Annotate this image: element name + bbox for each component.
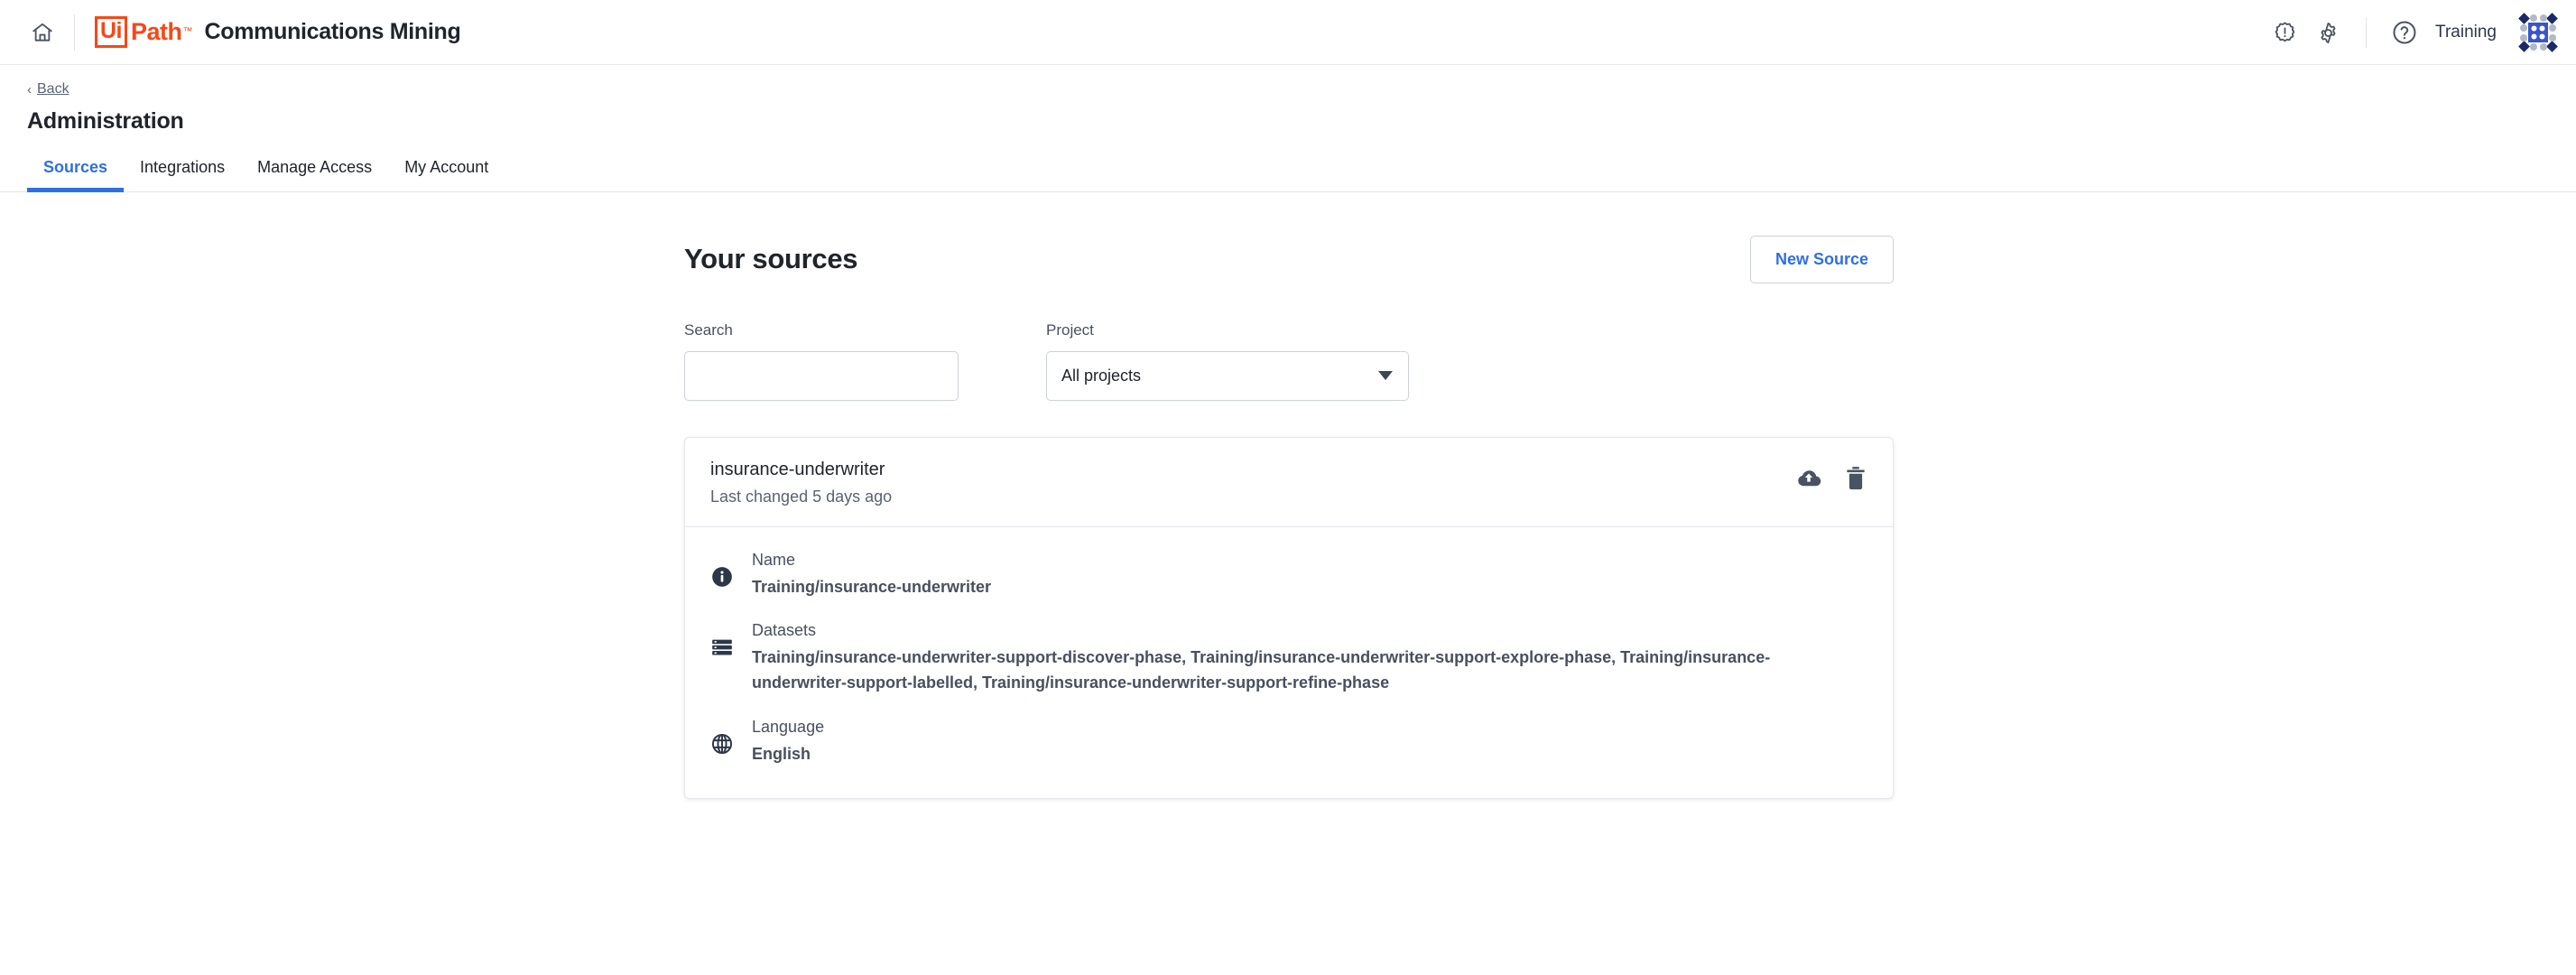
home-icon[interactable]: [22, 12, 63, 53]
header-right-group: Training: [2263, 0, 2558, 65]
tab-my-account[interactable]: My Account: [388, 154, 505, 191]
back-chevron-icon: ‹: [27, 81, 32, 98]
page-title: Administration: [27, 107, 184, 134]
project-select-value: All projects: [1061, 366, 1142, 385]
database-icon: [710, 621, 752, 659]
search-input[interactable]: [684, 350, 959, 401]
detail-row-name: Name Training/insurance-underwriter: [710, 551, 1867, 600]
tab-sources-label: Sources: [43, 157, 108, 176]
new-source-button[interactable]: New Source: [1749, 235, 1894, 283]
header-divider: [74, 14, 75, 51]
uipath-logo-icon: Ui Path ™: [95, 16, 193, 48]
source-card-titles: insurance-underwriter Last changed 5 day…: [710, 460, 892, 506]
detail-label-datasets: Datasets: [752, 621, 817, 640]
detail-value-name: Training/insurance-underwriter: [752, 577, 992, 596]
source-card-header: insurance-underwriter Last changed 5 day…: [685, 438, 1893, 527]
tab-my-account-label: My Account: [404, 157, 489, 176]
detail-text-datasets: Datasets Training/insurance-underwriter-…: [752, 621, 1867, 696]
tab-integrations[interactable]: Integrations: [124, 154, 241, 191]
header-left-group: Ui Path ™ Communications Mining: [0, 0, 461, 64]
app-switcher-icon[interactable]: [2518, 13, 2558, 52]
training-workspace-label[interactable]: Training: [2435, 23, 2497, 42]
trash-icon[interactable]: [1844, 466, 1867, 491]
brand-group: Ui Path ™ Communications Mining: [95, 16, 461, 48]
detail-text-name: Name Training/insurance-underwriter: [752, 551, 1867, 600]
detail-text-language: Language English: [752, 718, 1867, 767]
project-select-wrap: All projects: [1046, 350, 1409, 401]
tab-integrations-label: Integrations: [140, 157, 226, 176]
search-label: Search: [684, 320, 733, 339]
sources-panel: Your sources New Source Search Project A…: [684, 235, 1894, 800]
project-label: Project: [1046, 320, 1094, 339]
back-link-label: Back: [37, 81, 69, 97]
alert-badge-icon[interactable]: [2263, 11, 2306, 54]
uipath-logo-box-text: Ui: [95, 16, 127, 48]
project-select[interactable]: All projects: [1046, 350, 1409, 401]
source-name: insurance-underwriter: [710, 459, 885, 479]
sources-header: Your sources New Source: [684, 235, 1894, 283]
detail-row-datasets: Datasets Training/insurance-underwriter-…: [710, 621, 1867, 696]
detail-value-datasets: Training/insurance-underwriter-support-d…: [752, 648, 1771, 692]
filters-row: Search Project All projects: [684, 321, 1894, 401]
tab-sources[interactable]: Sources: [27, 154, 125, 192]
tab-manage-access-label: Manage Access: [257, 157, 373, 176]
back-link[interactable]: ‹ Back: [27, 81, 69, 98]
app-title: Communications Mining: [204, 19, 461, 44]
search-field-group: Search: [684, 321, 959, 401]
tab-bar: Sources Integrations Manage Access My Ac…: [0, 154, 2576, 192]
project-field-group: Project All projects: [1046, 321, 1409, 401]
detail-value-language: English: [752, 745, 811, 764]
source-card-actions: [1795, 460, 1867, 492]
main-content: Your sources New Source Search Project A…: [0, 235, 2576, 800]
detail-row-language: Language English: [710, 718, 1867, 767]
source-card[interactable]: insurance-underwriter Last changed 5 day…: [684, 436, 1894, 800]
info-circle-icon: [710, 551, 752, 589]
detail-label-name: Name: [752, 550, 796, 569]
app-header: Ui Path ™ Communications Mining Training: [0, 0, 2576, 65]
gear-icon[interactable]: [2306, 11, 2349, 54]
help-circle-icon[interactable]: [2383, 11, 2426, 54]
header-right-divider: [2366, 17, 2368, 48]
page-head: ‹ Back Administration: [0, 65, 2576, 135]
source-card-body: Name Training/insurance-underwriter Data…: [685, 527, 1893, 799]
sources-heading: Your sources: [684, 243, 858, 274]
tab-manage-access[interactable]: Manage Access: [241, 154, 388, 191]
uipath-logo-tm: ™: [182, 26, 193, 37]
cloud-upload-icon[interactable]: [1795, 465, 1822, 492]
globe-icon: [710, 718, 752, 756]
uipath-logo-word: Path: [131, 18, 182, 45]
source-last-changed: Last changed 5 days ago: [710, 487, 893, 506]
detail-label-language: Language: [752, 718, 825, 737]
